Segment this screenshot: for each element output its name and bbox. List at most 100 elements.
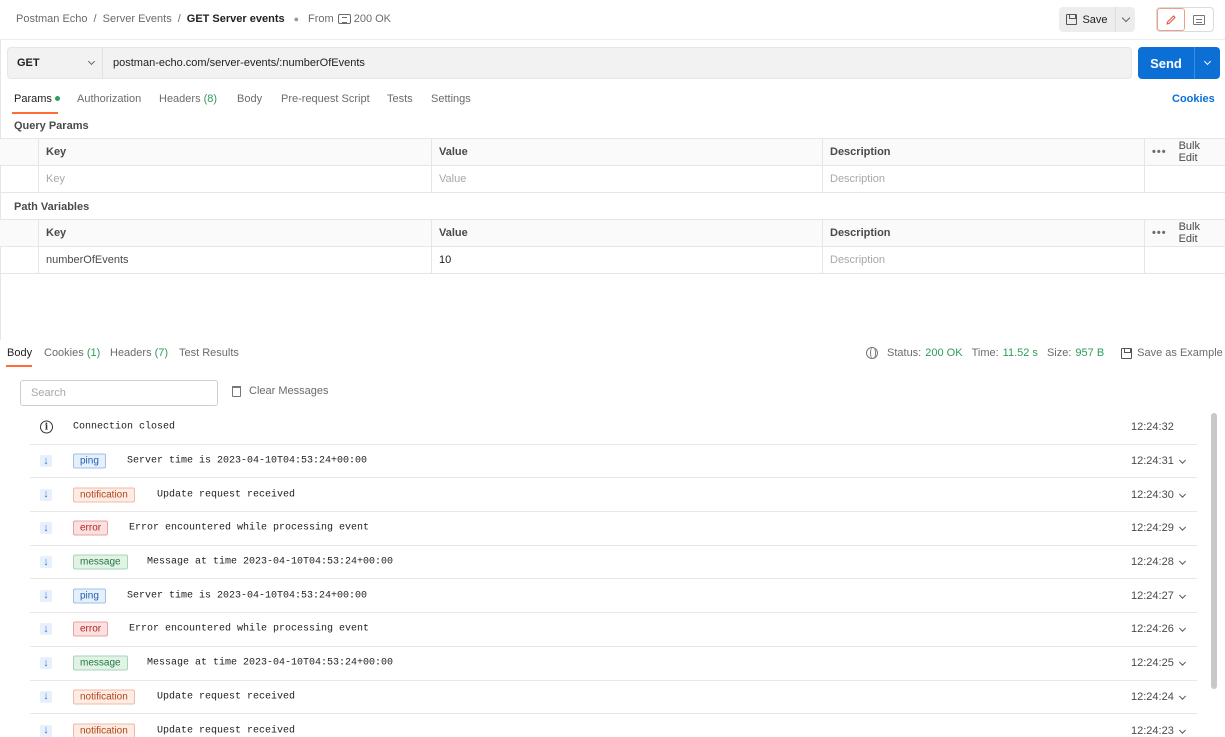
method-select[interactable]: GET	[8, 48, 103, 78]
event-message-text: Update request received	[157, 725, 296, 737]
connection-closed-text: Connection closed	[73, 421, 176, 433]
message-time: 12:24:23	[1131, 724, 1174, 737]
search-messages-input[interactable]	[20, 380, 218, 406]
event-type-badge: notification	[73, 487, 135, 503]
history-icon	[337, 14, 351, 24]
save-options-button[interactable]	[1115, 7, 1135, 32]
bulk-edit-button[interactable]: Bulk Edit	[1179, 221, 1216, 245]
tab-headers-label: Headers	[159, 93, 201, 105]
save-button[interactable]: Save	[1059, 7, 1115, 32]
send-button[interactable]: Send	[1138, 47, 1194, 79]
cookies-link[interactable]: Cookies	[1172, 93, 1215, 105]
path-variable-value-input[interactable]: 10	[431, 247, 822, 273]
event-message-text: Update request received	[157, 489, 296, 501]
event-message-row[interactable]: ↓ message Message at time 2023-04-10T04:53…	[30, 647, 1197, 681]
message-time: 12:24:30	[1131, 488, 1174, 501]
value-input[interactable]: Value	[431, 166, 822, 192]
expand-chevron-icon[interactable]	[1178, 723, 1187, 735]
column-description: Description	[822, 139, 1144, 165]
description-input[interactable]: Description	[822, 247, 1144, 273]
tab-tests[interactable]: Tests	[387, 93, 413, 105]
tab-test-results[interactable]: Test Results	[179, 347, 239, 359]
event-type-badge: notification	[73, 689, 135, 705]
event-type-badge: ping	[73, 588, 106, 604]
key-input[interactable]: Key	[38, 166, 431, 192]
response-time[interactable]: Time: 11.52 s	[972, 347, 1038, 359]
more-options-icon[interactable]: •••	[1152, 227, 1167, 239]
globe-icon[interactable]	[866, 347, 878, 359]
chevron-down-icon	[1203, 57, 1212, 66]
breadcrumb: Postman Echo / Server Events / GET Serve…	[16, 13, 391, 25]
arrow-down-icon: ↓	[40, 455, 52, 468]
edit-button[interactable]	[1157, 8, 1185, 31]
tab-authorization[interactable]: Authorization	[77, 93, 141, 105]
breadcrumb-folder[interactable]: Server Events	[103, 13, 172, 25]
status-value: 200 OK	[925, 347, 963, 359]
tab-headers-count: (8)	[203, 93, 218, 105]
tab-cookies-count: (1)	[86, 347, 101, 359]
breadcrumb-collection[interactable]: Postman Echo	[16, 13, 88, 25]
expand-chevron-icon[interactable]	[1178, 555, 1187, 567]
event-message-row[interactable]: ↓ notification Update request received 12:2…	[30, 714, 1197, 737]
event-message-row[interactable]: ↓ ping Server time is 2023-04-10T04:53:24+…	[30, 445, 1197, 479]
path-variables-table: Key Value Description ••• Bulk Edit numb…	[0, 219, 1225, 274]
tab-headers[interactable]: Headers (8)	[159, 93, 217, 105]
tab-body[interactable]: Body	[237, 93, 262, 105]
size-value: 957 B	[1075, 347, 1105, 359]
active-indicator-dot	[54, 95, 60, 101]
query-params-table: Key Value Description ••• Bulk Edit Key …	[0, 138, 1225, 193]
chevron-down-icon	[1178, 524, 1187, 532]
tab-response-body[interactable]: Body	[7, 347, 32, 359]
time-label: Time:	[971, 347, 999, 359]
bulk-edit-button[interactable]: Bulk Edit	[1179, 140, 1216, 164]
response-size[interactable]: Size: 957 B	[1047, 347, 1104, 359]
more-options-icon[interactable]: •••	[1152, 146, 1167, 158]
event-message-row[interactable]: ↓ notification Update request received 12:2…	[30, 478, 1197, 513]
expand-chevron-icon[interactable]	[1178, 454, 1187, 466]
scrollbar[interactable]	[1211, 413, 1217, 689]
clear-messages-button[interactable]: Clear Messages	[232, 385, 328, 397]
send-options-button[interactable]	[1194, 47, 1220, 79]
info-icon: i	[40, 420, 53, 434]
tab-settings[interactable]: Settings	[431, 93, 471, 105]
arrow-down-icon: ↓	[40, 522, 52, 535]
history-source[interactable]: From 200 OK	[308, 13, 391, 25]
connection-closed-row: i Connection closed 12:24:32	[30, 411, 1197, 445]
tab-params[interactable]: Params	[14, 93, 60, 105]
expand-chevron-icon[interactable]	[1178, 488, 1187, 500]
event-message-row[interactable]: ↓ message Message at time 2023-04-10T04:53…	[30, 546, 1197, 580]
separator-dot: ●	[293, 14, 300, 24]
column-key: Key	[38, 220, 431, 246]
comments-button[interactable]	[1185, 8, 1213, 31]
expand-chevron-icon[interactable]	[1178, 656, 1187, 668]
column-value: Value	[431, 220, 822, 246]
tab-response-headers[interactable]: Headers (7)	[110, 347, 168, 359]
chevron-down-icon	[87, 57, 96, 66]
expand-chevron-icon[interactable]	[1178, 690, 1187, 702]
response-status[interactable]: Status: 200 OK	[887, 347, 963, 359]
table-row: Key Value Description	[0, 166, 1225, 193]
arrow-down-icon: ↓	[40, 724, 52, 737]
save-as-example-button[interactable]: Save as Example	[1121, 347, 1223, 359]
event-message-row[interactable]: ↓ notification Update request received 12:2…	[30, 681, 1197, 715]
chevron-down-icon	[1178, 557, 1187, 565]
comment-icon	[1193, 14, 1205, 25]
expand-chevron-icon[interactable]	[1178, 589, 1187, 601]
tab-headers-label: Headers	[110, 347, 152, 359]
tab-response-cookies[interactable]: Cookies (1)	[44, 347, 100, 359]
arrow-down-icon: ↓	[40, 488, 52, 501]
expand-chevron-icon[interactable]	[1178, 521, 1187, 533]
expand-chevron-icon[interactable]	[1178, 622, 1187, 634]
table-row: numberOfEvents 10 Description	[0, 247, 1225, 274]
event-message-row[interactable]: ↓ error Error encountered while processing…	[30, 512, 1197, 546]
request-title[interactable]: GET Server events	[187, 13, 285, 25]
tab-pre-request-script[interactable]: Pre-request Script	[281, 93, 370, 105]
event-type-badge: notification	[73, 723, 135, 737]
save-icon	[1121, 347, 1133, 359]
arrow-down-icon: ↓	[40, 657, 52, 670]
url-input[interactable]: postman-echo.com/server-events/:numberOf…	[103, 57, 365, 69]
event-message-row[interactable]: ↓ ping Server time is 2023-04-10T04:53:24+…	[30, 579, 1197, 614]
row-checkbox-cell	[0, 247, 38, 273]
event-message-row[interactable]: ↓ error Error encountered while processing…	[30, 613, 1197, 647]
description-input[interactable]: Description	[822, 166, 1144, 192]
